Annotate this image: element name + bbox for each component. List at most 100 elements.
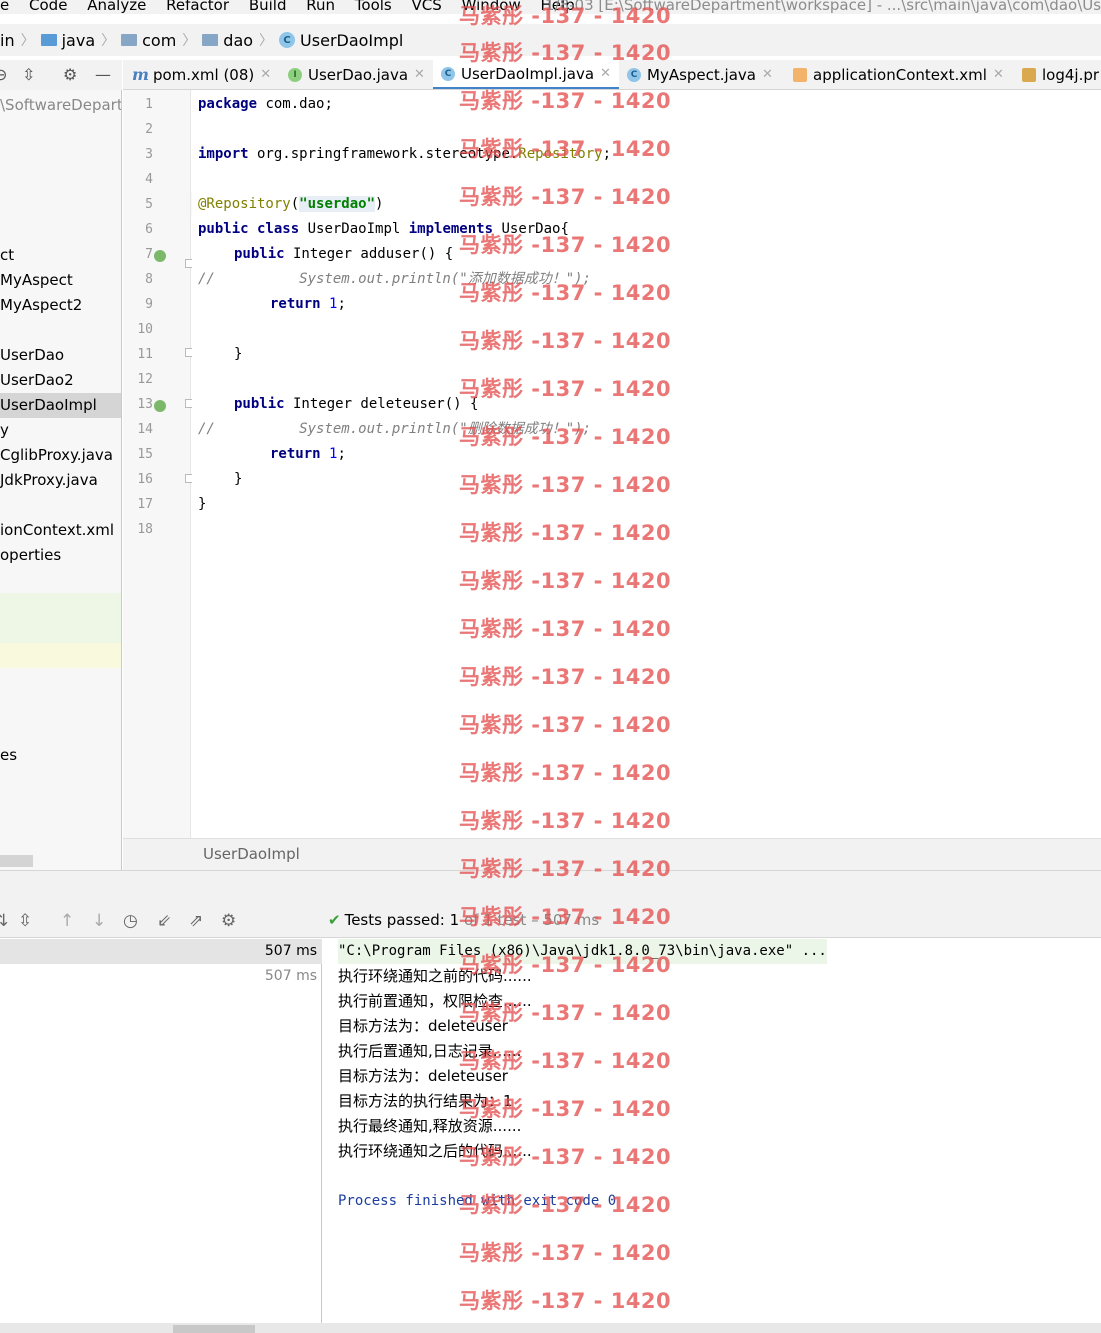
tree-item[interactable]: MyAspect2 bbox=[0, 293, 121, 318]
tab-userdaoimpl-java[interactable]: C UserDaoImpl.java ✕ bbox=[433, 60, 619, 89]
editor-tabs: m pom.xml (08) ✕ I UserDao.java ✕ C UserDaoIm… bbox=[123, 60, 1101, 90]
menu-bar: e Code Analyze Refactor Build Run Tools … bbox=[0, 0, 1101, 14]
tree-item[interactable]: MyAspect bbox=[0, 268, 121, 293]
breadcrumb-item-com[interactable]: com 〉 bbox=[121, 30, 202, 50]
chevron-right-icon: 〉 bbox=[101, 33, 116, 49]
close-icon[interactable]: ✕ bbox=[762, 60, 773, 89]
implement-marker-icon[interactable] bbox=[154, 250, 166, 262]
tab-log4j-properties[interactable]: log4j.pr bbox=[1022, 60, 1099, 89]
tree-item[interactable]: operties bbox=[0, 543, 121, 568]
export-icon[interactable]: ⇗ bbox=[189, 911, 203, 931]
line-number: 6 bbox=[145, 222, 153, 237]
tree-item[interactable]: y bbox=[0, 418, 121, 443]
menu-window[interactable]: Window bbox=[462, 0, 521, 14]
breadcrumb-item-userdaoimpl[interactable]: C UserDaoImpl bbox=[279, 31, 403, 50]
code-line: import org.springframework.stereotype.Re… bbox=[198, 146, 612, 162]
line-number: 8 bbox=[145, 272, 153, 287]
code-editor[interactable]: package com.dao; import org.springframew… bbox=[192, 90, 1101, 838]
menu-vcs[interactable]: VCS bbox=[412, 0, 442, 14]
menu-refactor[interactable]: Refactor bbox=[166, 0, 229, 14]
menu-edit[interactable]: e bbox=[0, 0, 9, 14]
close-icon[interactable]: ✕ bbox=[600, 60, 611, 89]
tab-userdao-java[interactable]: I UserDao.java ✕ bbox=[288, 60, 425, 89]
menu-analyze[interactable]: Analyze bbox=[87, 0, 146, 14]
line-number: 1 bbox=[145, 97, 153, 112]
run-toolbar: ⇅ ⇳ ↑ ↓ ◷ ⇙ ⇗ ⚙ ✔ Tests passed: 1 of 1 te… bbox=[0, 906, 1101, 938]
test-row[interactable]: 507 ms bbox=[0, 939, 322, 964]
tree-item[interactable]: ct bbox=[0, 243, 121, 268]
breadcrumb-item-dao[interactable]: dao 〉 bbox=[202, 30, 279, 50]
tab-pom-xml[interactable]: m pom.xml (08) ✕ bbox=[132, 60, 271, 89]
maven-icon: m bbox=[132, 65, 149, 84]
line-number: 10 bbox=[137, 322, 153, 337]
line-number: 13 bbox=[137, 397, 153, 412]
editor-gutter: 1 2 3 4 5 6 7 8 9 10 11 12 13 14 15 16 1… bbox=[123, 90, 194, 838]
line-number: 9 bbox=[145, 297, 153, 312]
xml-icon bbox=[793, 68, 807, 82]
class-icon: C bbox=[441, 66, 455, 81]
class-icon: C bbox=[279, 32, 296, 48]
code-line: public Integer deleteuser() { bbox=[234, 396, 479, 412]
line-number: 12 bbox=[137, 372, 153, 387]
console-output[interactable]: "C:\Program Files (x86)\Java\jdk1.8.0_73… bbox=[323, 939, 1101, 1323]
code-line: public class UserDaoImpl implements User… bbox=[198, 221, 569, 237]
close-icon[interactable]: ✕ bbox=[414, 60, 425, 89]
tool-window-tab[interactable] bbox=[173, 1325, 255, 1333]
minimize-icon[interactable]: — bbox=[95, 65, 111, 84]
import-icon[interactable]: ⇙ bbox=[157, 911, 171, 931]
close-icon[interactable]: ✕ bbox=[260, 60, 271, 89]
class-icon: C bbox=[627, 68, 641, 82]
collapse-all-icon[interactable]: ⇳ bbox=[22, 65, 35, 84]
test-tree: 507 ms 507 ms bbox=[0, 939, 322, 1323]
code-line: @Repository("userdao") bbox=[198, 196, 384, 212]
menu-code[interactable]: Code bbox=[29, 0, 67, 14]
test-status: ✔ Tests passed: 1 of 1 test – 507 ms bbox=[328, 911, 600, 929]
line-number: 5 bbox=[145, 197, 153, 212]
tree-item-selected[interactable]: UserDaoImpl bbox=[0, 393, 121, 418]
tree-item[interactable]: JdkProxy.java bbox=[0, 468, 121, 493]
folder-icon bbox=[121, 34, 138, 46]
collapse-icon[interactable]: ⇳ bbox=[18, 911, 32, 931]
tab-myaspect-java[interactable]: C MyAspect.java ✕ bbox=[627, 60, 773, 89]
code-line: // System.out.println("删除数据成功！"); bbox=[198, 421, 592, 437]
arrow-down-icon[interactable]: ↓ bbox=[92, 911, 106, 931]
tree-item[interactable]: es bbox=[0, 743, 121, 768]
console-line: 执行环绕通知之后的代码...... bbox=[338, 1142, 532, 1160]
arrow-up-icon[interactable]: ↑ bbox=[60, 911, 74, 931]
console-line: 执行最终通知,释放资源...... bbox=[338, 1117, 522, 1135]
code-line: } bbox=[234, 471, 243, 487]
tab-applicationcontext-xml[interactable]: applicationContext.xml ✕ bbox=[793, 60, 1004, 89]
menu-tools[interactable]: Tools bbox=[355, 0, 392, 14]
tree-item[interactable]: UserDao bbox=[0, 343, 121, 368]
bottom-tool-strip bbox=[0, 1323, 1101, 1333]
tree-item[interactable]: UserDao2 bbox=[0, 368, 121, 393]
sort-icon[interactable]: ⇅ bbox=[0, 911, 8, 931]
implement-marker-icon[interactable] bbox=[154, 400, 166, 412]
editor-breadcrumb: UserDaoImpl bbox=[123, 838, 1101, 870]
editor-breadcrumb-item[interactable]: UserDaoImpl bbox=[203, 845, 300, 863]
gear-icon[interactable]: ⚙ bbox=[221, 911, 236, 931]
tree-item[interactable]: ionContext.xml bbox=[0, 518, 121, 543]
console-line: "C:\Program Files (x86)\Java\jdk1.8.0_73… bbox=[338, 939, 827, 964]
code-line: } bbox=[234, 346, 243, 362]
code-line: // System.out.println("添加数据成功！"); bbox=[198, 271, 592, 287]
breadcrumb: in 〉 java 〉 com 〉 dao 〉 C UserDaoImpl bbox=[0, 24, 1101, 56]
line-number: 11 bbox=[137, 347, 153, 362]
history-icon[interactable]: ◷ bbox=[123, 911, 138, 931]
horizontal-scrollbar[interactable] bbox=[0, 855, 33, 867]
line-number: 14 bbox=[137, 422, 153, 437]
close-icon[interactable]: ✕ bbox=[993, 60, 1004, 89]
breadcrumb-item-java[interactable]: java 〉 bbox=[40, 30, 122, 50]
line-number: 4 bbox=[145, 172, 153, 187]
gear-icon[interactable]: ⚙ bbox=[63, 65, 77, 84]
test-row[interactable]: 507 ms bbox=[0, 964, 322, 989]
locate-icon[interactable]: ⊖ bbox=[0, 65, 7, 84]
line-number: 7 bbox=[145, 247, 153, 262]
breadcrumb-item-main[interactable]: in 〉 bbox=[0, 30, 41, 50]
menu-run[interactable]: Run bbox=[306, 0, 335, 14]
console-line: 目标方法为：deleteuser bbox=[338, 1017, 508, 1035]
console-line: 执行后置通知,日志记录...... bbox=[338, 1042, 522, 1060]
tree-item[interactable]: CglibProxy.java bbox=[0, 443, 121, 468]
menu-build[interactable]: Build bbox=[249, 0, 287, 14]
interface-icon: I bbox=[288, 68, 302, 82]
